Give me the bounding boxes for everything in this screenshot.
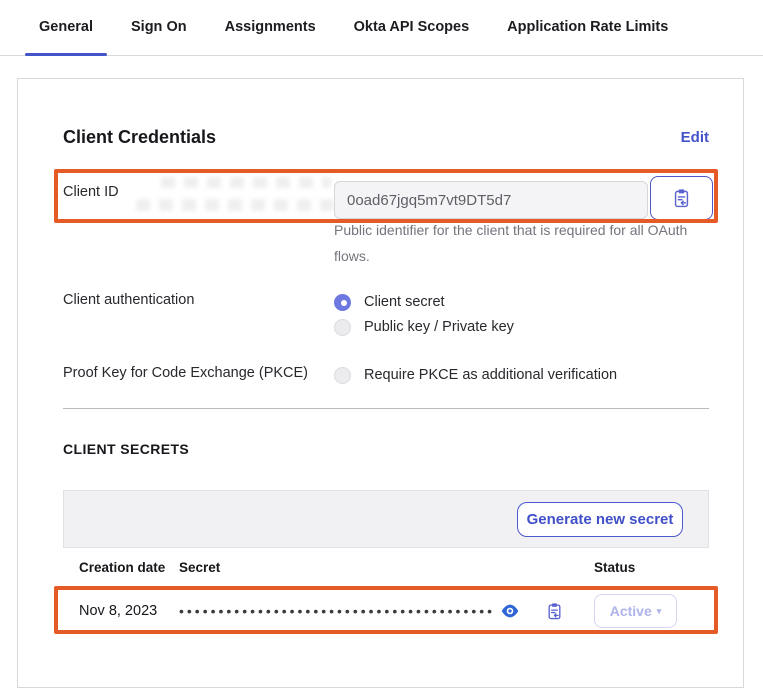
pkce-label: Proof Key for Code Exchange (PKCE) (63, 365, 308, 381)
client-secrets-title: CLIENT SECRETS (63, 441, 189, 457)
edit-link[interactable]: Edit (681, 129, 709, 146)
column-header-secret: Secret (179, 560, 594, 575)
secret-creation-date: Nov 8, 2023 (63, 603, 179, 619)
status-cell: Active ▾ (594, 594, 709, 628)
masked-secret-value: •••••••••••••••••••••••••••••••••••••••• (179, 603, 497, 619)
tab-assignments[interactable]: Assignments (211, 0, 330, 55)
radio-row-client-secret: Client secret (334, 290, 445, 314)
client-credentials-title: Client Credentials (63, 127, 216, 148)
tab-sign-on[interactable]: Sign On (117, 0, 201, 55)
radio-row-public-private-key: Public key / Private key (334, 315, 514, 339)
chevron-down-icon: ▾ (657, 606, 662, 617)
radio-client-secret[interactable] (334, 294, 351, 311)
radio-client-secret-label: Client secret (364, 294, 445, 310)
general-settings-card: Client Credentials Edit Client ID Public… (17, 78, 744, 688)
client-credentials-header: Client Credentials Edit (63, 127, 709, 148)
client-id-input[interactable] (334, 181, 648, 219)
client-id-label: Client ID (63, 184, 119, 200)
client-authentication-label: Client authentication (63, 292, 194, 308)
client-secrets-toolbar: Generate new secret (63, 490, 709, 548)
column-header-status: Status (594, 560, 709, 575)
clipboard-icon (672, 188, 691, 209)
secrets-table-header: Creation date Secret Status (63, 548, 709, 588)
generate-new-secret-button[interactable]: Generate new secret (517, 502, 683, 537)
tab-application-rate-limits[interactable]: Application Rate Limits (493, 0, 682, 55)
copy-secret-button[interactable] (546, 602, 563, 621)
client-id-helper-text: Public identifier for the client that is… (334, 217, 706, 269)
column-header-creation-date: Creation date (63, 560, 179, 575)
status-label: Active (610, 603, 652, 619)
app-tab-bar: General Sign On Assignments Okta API Sco… (0, 0, 763, 56)
tab-okta-api-scopes[interactable]: Okta API Scopes (340, 0, 484, 55)
copy-client-id-button[interactable] (650, 176, 713, 220)
pkce-checkbox[interactable] (334, 367, 351, 384)
redaction-artifact (161, 177, 331, 188)
radio-public-private-key-label: Public key / Private key (364, 319, 514, 335)
pkce-checkbox-label: Require PKCE as additional verification (364, 367, 617, 383)
clipboard-icon (546, 602, 563, 621)
eye-icon[interactable] (501, 604, 519, 618)
table-row: Nov 8, 2023 ••••••••••••••••••••••••••••… (63, 588, 709, 634)
secret-value-cell: •••••••••••••••••••••••••••••••••••••••• (179, 602, 594, 621)
section-divider (63, 408, 709, 409)
radio-public-private-key[interactable] (334, 319, 351, 336)
redaction-artifact (136, 199, 348, 211)
pkce-checkbox-row: Require PKCE as additional verification (334, 363, 617, 387)
status-dropdown-button[interactable]: Active ▾ (594, 594, 677, 628)
tab-general[interactable]: General (25, 0, 107, 55)
